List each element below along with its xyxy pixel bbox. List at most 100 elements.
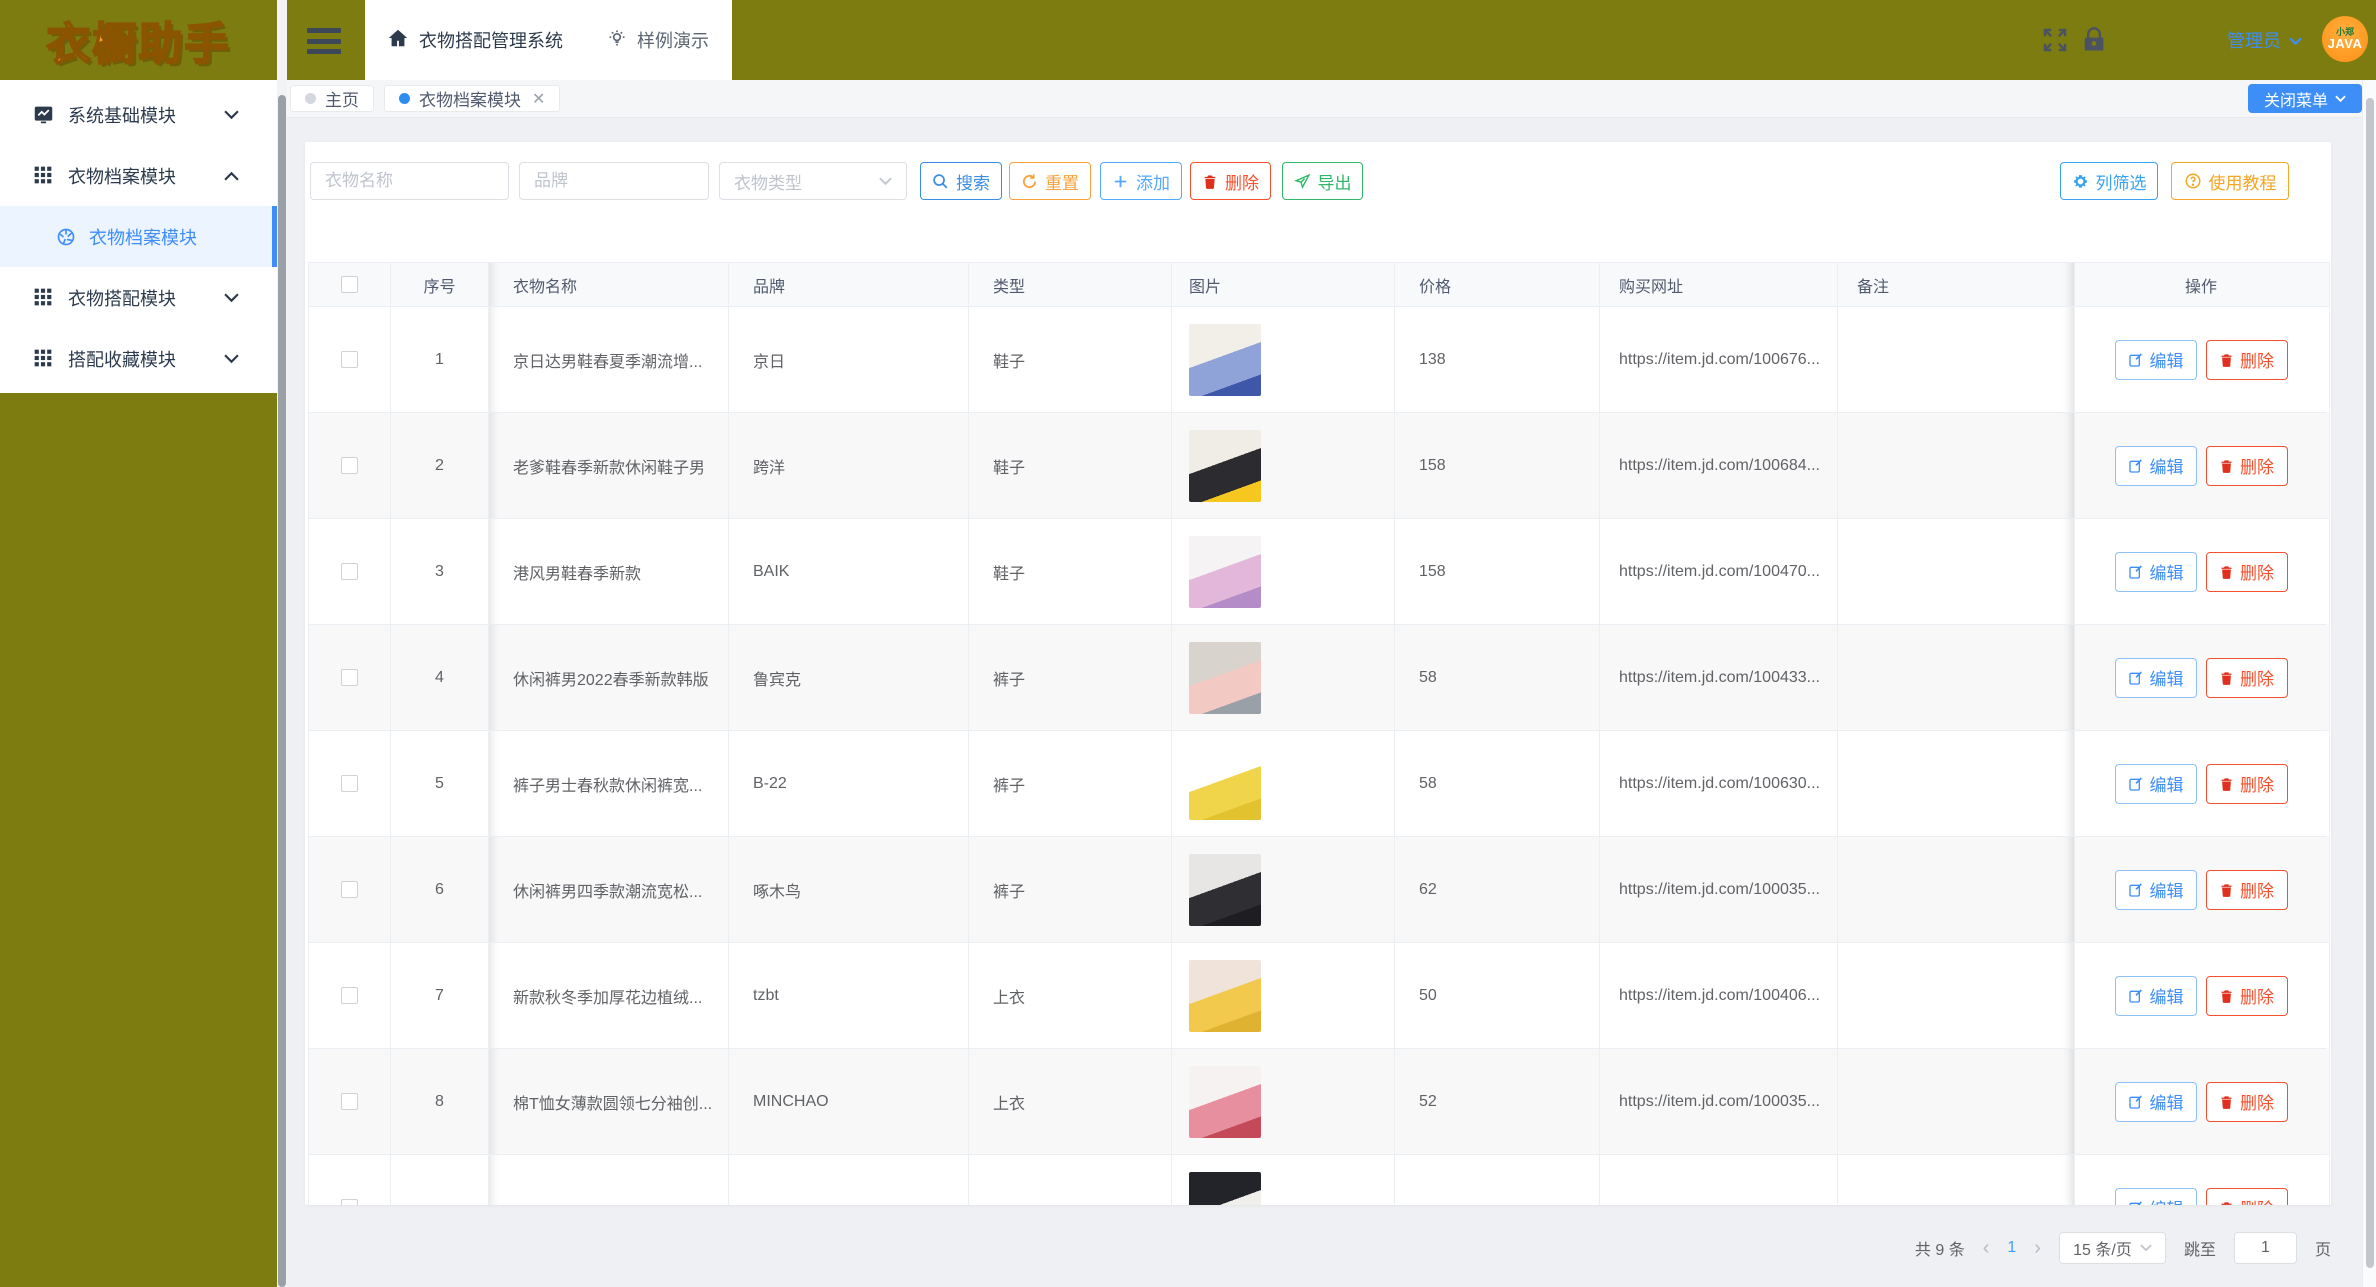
cell-note — [1838, 519, 2075, 625]
avatar[interactable]: 小郑 JAVA — [2322, 16, 2368, 62]
row-checkbox[interactable] — [341, 351, 358, 368]
add-button[interactable]: 添加 — [1100, 162, 1182, 200]
row-checkbox[interactable] — [341, 987, 358, 1004]
select-all-checkbox[interactable] — [341, 276, 358, 293]
delete-button[interactable]: 删除 — [2205, 657, 2288, 698]
button-label: 删除 — [2240, 1195, 2274, 1205]
edit-button[interactable]: 编辑 — [2114, 339, 2197, 380]
product-image[interactable] — [1189, 959, 1261, 1032]
delete-button[interactable]: 删除 — [2205, 869, 2288, 910]
edit-button[interactable]: 编辑 — [2114, 1081, 2197, 1122]
button-label: 删除 — [2240, 1094, 2274, 1113]
delete-button[interactable]: 删除 — [2205, 339, 2288, 380]
cell-type: 裤子 — [969, 731, 1172, 837]
clothing-name-input[interactable] — [310, 162, 509, 200]
jump-page-input[interactable] — [2233, 1232, 2297, 1264]
page-size-select[interactable]: 15 条/页 — [2058, 1232, 2166, 1264]
delete-button[interactable]: 删除 — [2205, 551, 2288, 592]
button-label: 编辑 — [2149, 776, 2184, 795]
nav-item-demo[interactable]: 样例演示 — [585, 0, 731, 80]
sidebar-item-clothing-archive[interactable]: 衣物档案模块 — [0, 145, 277, 206]
nav-item-home[interactable]: 衣物搭配管理系统 — [365, 0, 585, 80]
close-icon[interactable]: ✕ — [532, 89, 545, 109]
row-checkbox[interactable] — [341, 1199, 358, 1205]
sidebar-item-label: 衣物档案模块 — [68, 166, 176, 187]
row-checkbox[interactable] — [341, 457, 358, 474]
sidebar-item-system-base[interactable]: 系统基础模块 — [0, 84, 277, 145]
product-image[interactable] — [1189, 1171, 1261, 1205]
send-icon — [1293, 173, 1310, 189]
caret-down-icon — [2335, 95, 2346, 102]
product-image[interactable] — [1189, 429, 1261, 502]
cell-purchase-url[interactable]: https://item.jd.com/100684... — [1600, 413, 1838, 519]
row-checkbox[interactable] — [341, 881, 358, 898]
lock-icon[interactable] — [2080, 25, 2108, 60]
edit-button[interactable]: 编辑 — [2114, 657, 2197, 698]
edit-button[interactable]: 编辑 — [2114, 1187, 2197, 1205]
prev-page-button[interactable]: ‹ — [1983, 1237, 1990, 1260]
cell-note — [1838, 413, 2075, 519]
user-menu[interactable]: 管理员 — [2227, 0, 2302, 80]
sidebar-scrollbar[interactable] — [277, 0, 287, 1287]
product-image[interactable] — [1189, 747, 1261, 820]
row-checkbox[interactable] — [341, 775, 358, 792]
edit-button[interactable]: 编辑 — [2114, 445, 2197, 486]
page-scrollbar[interactable] — [2362, 80, 2376, 1287]
cell-purchase-url[interactable]: https://item.jd.com/100035... — [1600, 1049, 1838, 1155]
page-number[interactable]: 1 — [2007, 1239, 2016, 1257]
cell-clothing-name: 裤子男士春秋款休闲裤宽... — [489, 731, 729, 837]
product-image[interactable] — [1189, 853, 1261, 926]
export-button[interactable]: 导出 — [1282, 162, 1363, 200]
cell-purchase-url[interactable]: https://item.jd.com/100433... — [1600, 625, 1838, 731]
fullscreen-icon[interactable] — [2040, 25, 2070, 60]
product-image[interactable] — [1189, 535, 1261, 608]
cell-purchase-url[interactable]: https://item.jd.com/100470... — [1600, 519, 1838, 625]
delete-button[interactable]: 删除 — [1190, 162, 1271, 200]
row-checkbox[interactable] — [341, 1093, 358, 1110]
edit-button[interactable]: 编辑 — [2114, 975, 2197, 1016]
table-body: 1 京日达男鞋春夏季潮流增... 京日 鞋子 138 https://item.… — [309, 307, 2329, 1205]
clothing-type-select[interactable]: 衣物类型 — [719, 162, 907, 200]
sidebar-subitem-clothing-archive-active[interactable]: 衣物档案模块 — [0, 206, 277, 267]
tutorial-button[interactable]: 使用教程 — [2171, 162, 2289, 200]
delete-button[interactable]: 删除 — [2205, 1187, 2288, 1205]
row-checkbox[interactable] — [341, 563, 358, 580]
sidebar-item-outfit-match[interactable]: 衣物搭配模块 — [0, 267, 277, 328]
tab-clothing-archive[interactable]: 衣物档案模块 ✕ — [384, 85, 561, 112]
edit-button[interactable]: 编辑 — [2114, 763, 2197, 804]
plus-icon — [1114, 175, 1127, 187]
delete-button[interactable]: 删除 — [2205, 763, 2288, 804]
cell-purchase-url[interactable] — [1600, 1155, 1838, 1205]
cell-purchase-url[interactable]: https://item.jd.com/100035... — [1600, 837, 1838, 943]
sidebar-scrollbar-thumb[interactable] — [278, 95, 286, 1287]
delete-button[interactable]: 删除 — [2205, 445, 2288, 486]
table-row: 2 老爹鞋春季新款休闲鞋子男 跨洋 鞋子 158 https://item.jd… — [309, 413, 2329, 519]
chevron-down-icon — [224, 104, 239, 125]
sidebar-item-favorites[interactable]: 搭配收藏模块 — [0, 328, 277, 389]
col-header-brand: 品牌 — [729, 263, 969, 307]
sidebar-menu: 系统基础模块 衣物档案模块 衣物档案模块 衣物搭配模块 搭配收藏模块 — [0, 80, 277, 393]
reset-button[interactable]: 重置 — [1009, 162, 1091, 200]
product-image[interactable] — [1189, 323, 1261, 396]
chevron-down-icon — [224, 287, 239, 308]
edit-button[interactable]: 编辑 — [2114, 869, 2197, 910]
hamburger-menu-icon[interactable] — [307, 28, 341, 54]
product-image[interactable] — [1189, 1065, 1261, 1138]
delete-button[interactable]: 删除 — [2205, 1081, 2288, 1122]
close-menu-button[interactable]: 关闭菜单 — [2248, 84, 2362, 113]
brand-input[interactable] — [519, 162, 709, 200]
tab-home[interactable]: 主页 — [290, 85, 374, 112]
search-button[interactable]: 搜索 — [920, 162, 1002, 200]
product-image[interactable] — [1189, 641, 1261, 714]
row-checkbox[interactable] — [341, 669, 358, 686]
gear-icon — [2073, 174, 2087, 188]
cell-purchase-url[interactable]: https://item.jd.com/100676... — [1600, 307, 1838, 413]
delete-button[interactable]: 删除 — [2205, 975, 2288, 1016]
page-scrollbar-thumb[interactable] — [2366, 98, 2374, 1268]
trash-icon — [2221, 989, 2232, 1003]
cell-purchase-url[interactable]: https://item.jd.com/100406... — [1600, 943, 1838, 1049]
edit-button[interactable]: 编辑 — [2114, 551, 2197, 592]
next-page-button[interactable]: › — [2034, 1237, 2041, 1260]
column-filter-button[interactable]: 列筛选 — [2060, 162, 2158, 200]
cell-purchase-url[interactable]: https://item.jd.com/100630... — [1600, 731, 1838, 837]
